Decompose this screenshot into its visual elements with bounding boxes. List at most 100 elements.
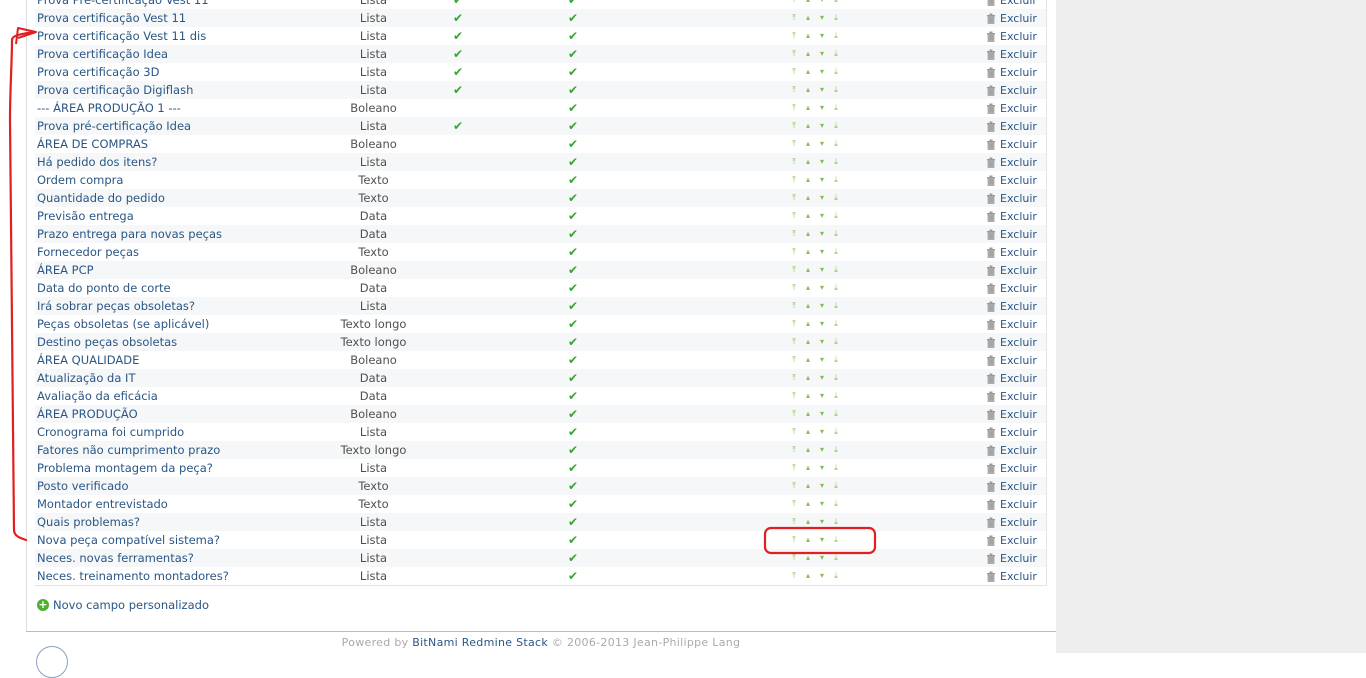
field-name-link[interactable]: Avaliação da eficácia	[37, 389, 158, 403]
move-up-icon[interactable]: ▴	[801, 140, 815, 148]
move-up-icon[interactable]: ▴	[801, 32, 815, 40]
field-name-link[interactable]: Fornecedor peças	[37, 245, 139, 259]
move-down-icon[interactable]: ▾	[815, 464, 829, 472]
move-top-icon[interactable]: ⤒	[787, 284, 801, 292]
new-custom-field-link[interactable]: + Novo campo personalizado	[37, 598, 209, 612]
move-top-icon[interactable]: ⤒	[787, 14, 801, 22]
delete-link[interactable]: Excluir	[986, 300, 1046, 313]
move-down-icon[interactable]: ▾	[815, 194, 829, 202]
move-up-icon[interactable]: ▴	[801, 536, 815, 544]
move-down-icon[interactable]: ▾	[815, 320, 829, 328]
delete-link[interactable]: Excluir	[986, 534, 1046, 547]
move-top-icon[interactable]: ⤒	[787, 428, 801, 436]
move-top-icon[interactable]: ⤒	[787, 518, 801, 526]
delete-link[interactable]: Excluir	[986, 390, 1046, 403]
move-up-icon[interactable]: ▴	[801, 320, 815, 328]
move-bottom-icon[interactable]: ⤓	[829, 536, 843, 544]
move-top-icon[interactable]: ⤒	[787, 392, 801, 400]
move-top-icon[interactable]: ⤒	[787, 194, 801, 202]
delete-link[interactable]: Excluir	[986, 570, 1046, 583]
delete-link[interactable]: Excluir	[986, 12, 1046, 25]
delete-link[interactable]: Excluir	[986, 30, 1046, 43]
move-bottom-icon[interactable]: ⤓	[829, 248, 843, 256]
field-name-link[interactable]: Prova Pré-certificação Vest 11	[37, 0, 209, 7]
move-bottom-icon[interactable]: ⤓	[829, 50, 843, 58]
delete-link[interactable]: Excluir	[986, 66, 1046, 79]
move-bottom-icon[interactable]: ⤓	[829, 68, 843, 76]
move-down-icon[interactable]: ▾	[815, 104, 829, 112]
move-up-icon[interactable]: ▴	[801, 50, 815, 58]
move-up-icon[interactable]: ▴	[801, 104, 815, 112]
move-bottom-icon[interactable]: ⤓	[829, 194, 843, 202]
delete-link[interactable]: Excluir	[986, 282, 1046, 295]
move-down-icon[interactable]: ▾	[815, 554, 829, 562]
move-top-icon[interactable]: ⤒	[787, 500, 801, 508]
move-up-icon[interactable]: ▴	[801, 554, 815, 562]
field-name-link[interactable]: Problema montagem da peça?	[37, 461, 213, 475]
move-bottom-icon[interactable]: ⤓	[829, 14, 843, 22]
move-bottom-icon[interactable]: ⤓	[829, 572, 843, 580]
field-name-link[interactable]: ÁREA PRODUÇÃO	[37, 407, 138, 421]
move-down-icon[interactable]: ▾	[815, 176, 829, 184]
move-up-icon[interactable]: ▴	[801, 68, 815, 76]
footer-link[interactable]: BitNami Redmine Stack	[412, 636, 548, 649]
move-top-icon[interactable]: ⤒	[787, 374, 801, 382]
move-down-icon[interactable]: ▾	[815, 572, 829, 580]
delete-link[interactable]: Excluir	[986, 462, 1046, 475]
move-bottom-icon[interactable]: ⤓	[829, 500, 843, 508]
move-bottom-icon[interactable]: ⤓	[829, 266, 843, 274]
move-top-icon[interactable]: ⤒	[787, 140, 801, 148]
delete-link[interactable]: Excluir	[986, 498, 1046, 511]
field-name-link[interactable]: Prazo entrega para novas peças	[37, 227, 222, 241]
field-name-link[interactable]: Destino peças obsoletas	[37, 335, 177, 349]
delete-link[interactable]: Excluir	[986, 0, 1046, 7]
move-up-icon[interactable]: ▴	[801, 392, 815, 400]
field-name-link[interactable]: Quais problemas?	[37, 515, 140, 529]
move-top-icon[interactable]: ⤒	[787, 68, 801, 76]
move-up-icon[interactable]: ▴	[801, 0, 815, 4]
delete-link[interactable]: Excluir	[986, 480, 1046, 493]
delete-link[interactable]: Excluir	[986, 210, 1046, 223]
field-name-link[interactable]: Nova peça compatível sistema?	[37, 533, 220, 547]
field-name-link[interactable]: Prova certificação Digiflash	[37, 83, 193, 97]
field-name-link[interactable]: Prova certificação Vest 11	[37, 11, 186, 25]
delete-link[interactable]: Excluir	[986, 102, 1046, 115]
delete-link[interactable]: Excluir	[986, 174, 1046, 187]
move-down-icon[interactable]: ▾	[815, 482, 829, 490]
move-up-icon[interactable]: ▴	[801, 410, 815, 418]
field-name-link[interactable]: Irá sobrar peças obsoletas?	[37, 299, 195, 313]
move-top-icon[interactable]: ⤒	[787, 86, 801, 94]
delete-link[interactable]: Excluir	[986, 516, 1046, 529]
delete-link[interactable]: Excluir	[986, 372, 1046, 385]
move-down-icon[interactable]: ▾	[815, 284, 829, 292]
move-bottom-icon[interactable]: ⤓	[829, 374, 843, 382]
delete-link[interactable]: Excluir	[986, 156, 1046, 169]
move-top-icon[interactable]: ⤒	[787, 536, 801, 544]
move-top-icon[interactable]: ⤒	[787, 158, 801, 166]
move-top-icon[interactable]: ⤒	[787, 482, 801, 490]
move-top-icon[interactable]: ⤒	[787, 320, 801, 328]
move-down-icon[interactable]: ▾	[815, 122, 829, 130]
move-top-icon[interactable]: ⤒	[787, 554, 801, 562]
move-bottom-icon[interactable]: ⤓	[829, 428, 843, 436]
field-name-link[interactable]: Peças obsoletas (se aplicável)	[37, 317, 209, 331]
move-down-icon[interactable]: ▾	[815, 68, 829, 76]
move-top-icon[interactable]: ⤒	[787, 446, 801, 454]
delete-link[interactable]: Excluir	[986, 246, 1046, 259]
move-up-icon[interactable]: ▴	[801, 482, 815, 490]
move-bottom-icon[interactable]: ⤓	[829, 32, 843, 40]
move-bottom-icon[interactable]: ⤓	[829, 482, 843, 490]
field-name-link[interactable]: Quantidade do pedido	[37, 191, 165, 205]
field-name-link[interactable]: Montador entrevistado	[37, 497, 168, 511]
move-up-icon[interactable]: ▴	[801, 230, 815, 238]
field-name-link[interactable]: Há pedido dos itens?	[37, 155, 157, 169]
move-bottom-icon[interactable]: ⤓	[829, 86, 843, 94]
delete-link[interactable]: Excluir	[986, 228, 1046, 241]
delete-link[interactable]: Excluir	[986, 336, 1046, 349]
move-top-icon[interactable]: ⤒	[787, 0, 801, 4]
move-bottom-icon[interactable]: ⤓	[829, 212, 843, 220]
move-bottom-icon[interactable]: ⤓	[829, 302, 843, 310]
move-up-icon[interactable]: ▴	[801, 194, 815, 202]
delete-link[interactable]: Excluir	[986, 264, 1046, 277]
move-up-icon[interactable]: ▴	[801, 302, 815, 310]
